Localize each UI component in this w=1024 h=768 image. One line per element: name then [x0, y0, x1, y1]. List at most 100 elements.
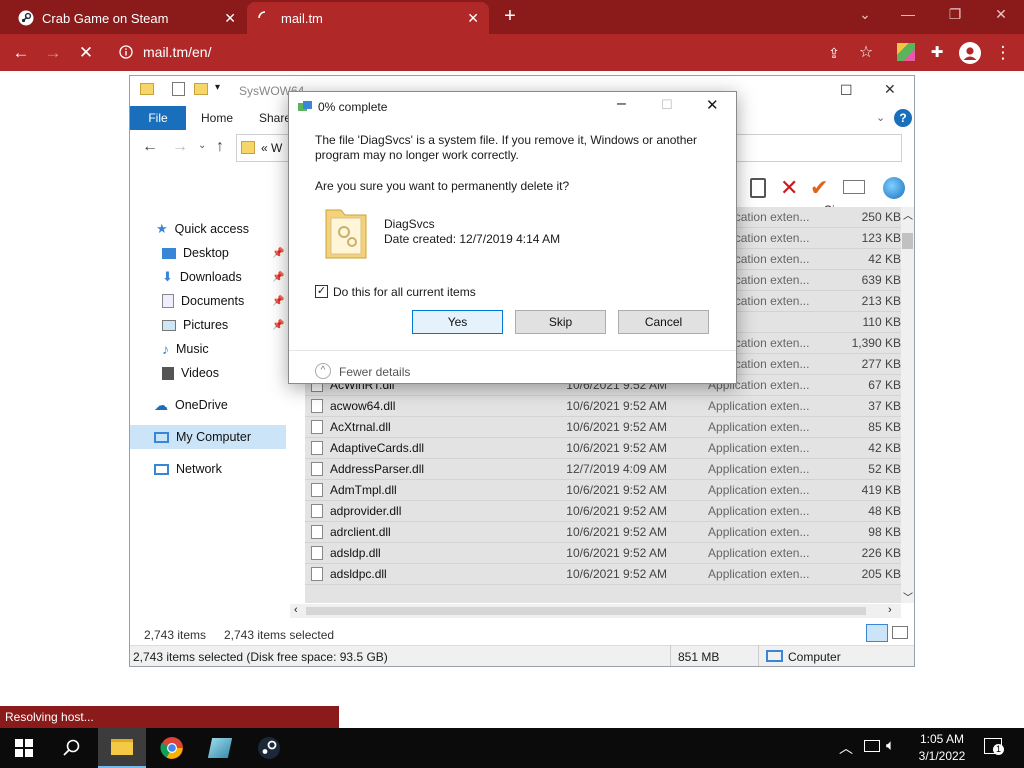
nav-downloads[interactable]: ⬇ Downloads 📌 — [162, 265, 284, 289]
minimize-browser-button[interactable]: — — [894, 6, 922, 26]
scroll-up-icon[interactable]: ︿ — [903, 207, 913, 222]
ribbon-home-tab[interactable]: Home — [201, 106, 233, 130]
large-icons-view-icon[interactable] — [892, 626, 908, 639]
nav-documents[interactable]: Documents 📌 — [162, 289, 284, 313]
site-info-icon[interactable] — [119, 45, 133, 59]
nav-music[interactable]: ♪ Music — [162, 337, 209, 361]
minimize-dialog-button[interactable]: – — [617, 95, 626, 113]
recent-locations-icon[interactable]: ⌄ — [198, 140, 206, 151]
file-name-cell: adrclient.dll — [330, 525, 391, 539]
address-bar[interactable]: mail.tm/en/ — [111, 37, 715, 67]
extension-icon[interactable] — [897, 43, 915, 61]
nav-my-computer[interactable]: My Computer — [130, 425, 286, 449]
bookmark-star-icon[interactable]: ☆ — [855, 42, 877, 64]
pin-icon[interactable]: 📌 — [272, 272, 284, 283]
scroll-thumb[interactable] — [306, 607, 866, 615]
start-button[interactable] — [0, 728, 48, 768]
pin-icon[interactable]: 📌 — [272, 320, 284, 331]
close-tab-icon[interactable]: ✕ — [224, 10, 236, 27]
tab-search-chevron-icon[interactable]: ⌄ — [851, 6, 879, 26]
apply-all-checkbox[interactable]: ✓ — [315, 285, 328, 298]
forward-arrow-icon[interactable]: → — [172, 138, 188, 156]
file-row[interactable]: AdmTmpl.dll 10/6/2021 9:52 AM Application … — [305, 480, 901, 501]
file-size-cell: 52 KB — [868, 462, 901, 476]
up-arrow-icon[interactable]: ↑ — [216, 138, 224, 156]
chevron-up-icon[interactable]: ^ — [315, 363, 331, 379]
file-row[interactable]: AddressParser.dll 12/7/2019 4:09 AM Applic… — [305, 459, 901, 480]
tab-mail-tm[interactable]: mail.tm ✕ — [247, 2, 489, 34]
file-row[interactable]: adsldpc.dll 10/6/2021 9:52 AM Application … — [305, 564, 901, 585]
restore-browser-button[interactable]: ❐ — [941, 6, 969, 26]
globe-icon[interactable] — [883, 177, 905, 199]
maximize-dialog-button[interactable]: ☐ — [661, 97, 673, 113]
network-status-icon[interactable] — [864, 740, 880, 752]
close-dialog-button[interactable]: ✕ — [706, 96, 719, 114]
back-arrow-icon[interactable]: ← — [142, 138, 158, 156]
cancel-button[interactable]: Cancel — [618, 310, 709, 334]
help-icon[interactable]: ? — [894, 109, 912, 127]
file-row[interactable]: AcXtrnal.dll 10/6/2021 9:52 AM Application… — [305, 417, 901, 438]
nav-quick-access[interactable]: ★ Quick access — [156, 217, 249, 241]
nav-pictures[interactable]: Pictures 📌 — [162, 313, 284, 337]
properties-quick-icon[interactable] — [172, 82, 185, 96]
taskbar-file-explorer[interactable] — [98, 728, 146, 768]
back-arrow-icon[interactable]: ← — [10, 42, 32, 64]
file-row[interactable]: adprovider.dll 10/6/2021 9:52 AM Applicati… — [305, 501, 901, 522]
forward-arrow-icon[interactable]: → — [42, 42, 64, 64]
close-browser-button[interactable]: ✕ — [987, 6, 1015, 26]
ribbon-file-tab[interactable]: File — [130, 106, 186, 130]
desktop-icon — [162, 247, 176, 259]
quick-access-dropdown-icon[interactable]: ▾ — [215, 82, 220, 93]
taskbar-notes-app[interactable] — [196, 728, 244, 768]
clipboard-icon[interactable] — [750, 178, 766, 198]
skip-button[interactable]: Skip — [515, 310, 606, 334]
notification-center-icon[interactable]: 1 — [984, 738, 1004, 755]
vertical-scrollbar[interactable]: ︿ ﹀ — [901, 207, 914, 604]
horizontal-scrollbar[interactable]: ‹ › — [290, 604, 901, 618]
ribbon-share-tab[interactable]: Share — [259, 106, 291, 130]
close-explorer-button[interactable]: ✕ — [884, 81, 896, 98]
taskbar-clock[interactable]: 1:05 AM 3/1/2022 — [910, 731, 974, 765]
menu-kebab-icon[interactable]: ⋮ — [992, 42, 1014, 64]
file-row[interactable]: adrclient.dll 10/6/2021 9:52 AM Applicatio… — [305, 522, 901, 543]
stop-loading-icon[interactable]: ✕ — [75, 42, 97, 64]
file-row[interactable]: AdaptiveCards.dll 10/6/2021 9:52 AM Applic… — [305, 438, 901, 459]
file-row[interactable]: adsldp.dll 10/6/2021 9:52 AM Application e… — [305, 543, 901, 564]
file-date-cell: 12/7/2019 4:09 AM — [566, 462, 668, 476]
file-date-cell: 10/6/2021 9:52 AM — [566, 567, 668, 581]
expand-ribbon-icon[interactable]: ⌄ — [876, 111, 885, 124]
nav-network[interactable]: Network — [154, 457, 222, 481]
delete-icon[interactable]: ✕ — [780, 175, 798, 201]
show-hidden-icons-chevron[interactable]: ︿ — [839, 738, 853, 758]
check-icon[interactable]: ✔ — [810, 175, 828, 201]
scroll-thumb[interactable] — [902, 233, 913, 249]
nav-videos[interactable]: Videos — [162, 361, 219, 385]
details-view-icon[interactable] — [866, 624, 888, 642]
nav-onedrive[interactable]: ☁ OneDrive — [154, 393, 228, 417]
scroll-right-icon[interactable]: › — [888, 604, 892, 616]
share-icon[interactable]: ⇪ — [823, 42, 845, 64]
profile-avatar-icon[interactable] — [959, 42, 981, 64]
tab-crab-game[interactable]: Crab Game on Steam ✕ — [8, 2, 246, 34]
pin-icon[interactable]: 📌 — [272, 248, 284, 259]
loading-spinner-icon — [257, 10, 273, 26]
taskbar-chrome[interactable] — [148, 728, 196, 768]
taskbar-steam[interactable] — [245, 728, 293, 768]
extensions-puzzle-icon[interactable]: ✚ — [926, 42, 948, 64]
new-tab-button[interactable]: + — [498, 4, 522, 28]
maximize-explorer-button[interactable]: ☐ — [840, 82, 853, 99]
scroll-left-icon[interactable]: ‹ — [294, 604, 298, 616]
close-tab-icon[interactable]: ✕ — [467, 10, 479, 27]
volume-icon[interactable]: 🔈︎ — [886, 737, 895, 754]
new-folder-quick-icon[interactable] — [194, 83, 208, 95]
details-selection: 2,743 items selected (Disk free space: 9… — [133, 650, 388, 664]
fewer-details-link[interactable]: Fewer details — [339, 365, 410, 379]
scroll-down-icon[interactable]: ﹀ — [903, 589, 913, 604]
rename-icon[interactable] — [843, 180, 865, 194]
pin-icon[interactable]: 📌 — [272, 296, 284, 307]
nav-desktop[interactable]: Desktop 📌 — [162, 241, 284, 265]
file-size-cell: 42 KB — [868, 252, 901, 266]
yes-button[interactable]: Yes — [412, 310, 503, 334]
file-row[interactable]: acwow64.dll 10/6/2021 9:52 AM Application … — [305, 396, 901, 417]
search-button[interactable] — [48, 728, 96, 768]
